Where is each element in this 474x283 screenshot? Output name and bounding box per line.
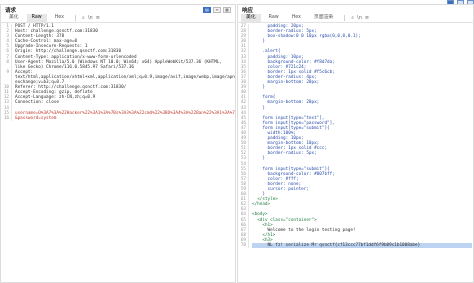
code-line: 16 &password=system (1, 115, 235, 121)
response-editor[interactable]: 27 padding: 20px; 28 border-radius: 5px; 2… (238, 24, 473, 282)
code-line: 8 User-Agent: Mozilla/5.0 (Windows NT 10.… (1, 59, 235, 70)
tab-hex[interactable]: Hex (50, 14, 69, 22)
code-line: 70 NL fz! serialize Mr qsnctf{cf13ccc77b… (238, 243, 473, 249)
tab-pretty[interactable]: 美化 (4, 14, 24, 22)
tab-pretty[interactable]: 美化 (241, 14, 261, 22)
request-title: 请求 (5, 7, 17, 14)
line-text: &password=system (15, 115, 57, 121)
request-header: 请求 ▤ ≡ ▦ (1, 5, 235, 14)
tab-raw[interactable]: Raw (264, 14, 284, 22)
newline-icon[interactable]: \n (357, 14, 362, 22)
line-text: User-Agent: Mozilla/5.0 (Windows NT 10.0… (15, 59, 225, 70)
newline-icon[interactable]: \n (88, 14, 93, 22)
tab-render[interactable]: 页面渲染 (309, 14, 338, 22)
response-tabs: 美化 Raw Hex 页面渲染 ⌕ \n ≡ (238, 14, 473, 23)
response-panel: 响应 美化 Raw Hex 页面渲染 ⌕ \n ≡ 27 padding: 20… (237, 4, 474, 283)
response-header: 响应 (238, 5, 473, 14)
code-line: 9 Accept: text/html,application/xhtml+xml… (1, 69, 235, 86)
response-title: 响应 (242, 7, 254, 14)
line-text: NL fz! serialize Mr qsnctf{cf13ccc77bf1d… (252, 243, 472, 249)
menu-icon[interactable]: ≡ (96, 14, 100, 22)
line-text: Accept: text/html,application/xhtml+xml,… (15, 69, 235, 86)
search-icon[interactable]: ⌕ (82, 14, 85, 22)
wrap-view-icon[interactable]: ▤ (203, 6, 211, 13)
menu-icon[interactable]: ≡ (365, 14, 369, 22)
line-number: 70 (240, 243, 246, 249)
request-tabs: 美化 Raw Hex ⌕ \n ≡ (1, 14, 235, 23)
line-number: 9 (6, 69, 9, 75)
line-number: 8 (6, 59, 9, 65)
request-panel: 请求 ▤ ≡ ▦ 美化 Raw Hex ⌕ \n ≡ 1 POST / HTTP/… (0, 4, 236, 283)
line-number: 16 (3, 115, 9, 121)
request-editor[interactable]: 1 POST / HTTP/1.1 2 Host: challenge.qsnctf.… (1, 24, 235, 282)
tab-hex[interactable]: Hex (287, 14, 306, 22)
search-icon[interactable]: ⌕ (351, 14, 354, 22)
tab-raw[interactable]: Raw (26, 14, 47, 22)
list-view-icon[interactable]: ≡ (213, 6, 221, 13)
grid-view-icon[interactable]: ▦ (223, 6, 231, 13)
